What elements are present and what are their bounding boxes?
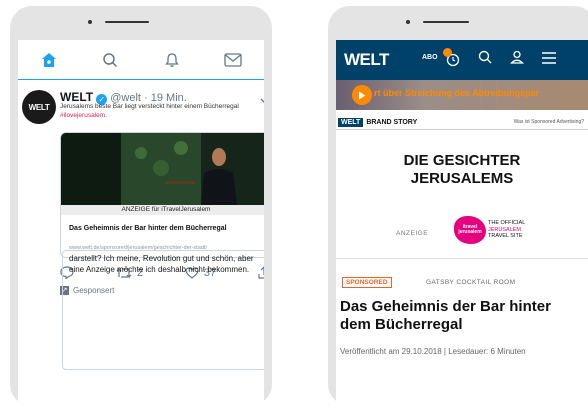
sponsored-info-link[interactable]: Was ist Sponsored Advertising?	[514, 119, 584, 125]
user-account-icon[interactable]	[509, 50, 525, 69]
chevron-down-icon[interactable]	[260, 92, 264, 110]
itravel-jerusalem-logo[interactable]: itravel jerusalem	[454, 216, 486, 244]
video-banner[interactable]: rt über Streichung des Abtreibungspar	[336, 80, 588, 110]
bar-photo	[61, 133, 264, 205]
brand-story-label: BRAND STORY	[366, 119, 418, 126]
search-icon[interactable]	[478, 50, 492, 69]
phone-top	[10, 6, 272, 40]
official-line-3: TRAVEL SITE	[488, 233, 523, 239]
notification-dot-icon	[443, 47, 452, 57]
twitter-nav	[18, 40, 264, 80]
camera	[88, 20, 92, 24]
tweet-text: Jerusalems beste Bar liegt versteckt hin…	[60, 102, 260, 120]
official-line-1: THE OFFICIAL	[488, 220, 526, 226]
phone-top-right	[328, 6, 588, 40]
phone-right: WELT ABO rt über Streichung des Abtreibu…	[328, 6, 588, 406]
article-title: Das Geheimnis der Bar hinter dem Bücherr…	[340, 298, 551, 333]
headline-line-1: DIE GESICHTER	[403, 152, 521, 169]
page-title: DIE GESICHTER JERUSALEMS	[336, 152, 588, 188]
tweet-hashtag[interactable]: #ilovejerusalem.	[60, 112, 107, 119]
abo-button[interactable]: ABO	[422, 54, 438, 61]
article-category[interactable]: GATSBY COCKTAIL ROOM	[426, 279, 515, 286]
avatar[interactable]: WELT	[22, 90, 56, 124]
notifications-bell-icon[interactable]	[162, 50, 182, 70]
card-caption: ANZEIGE für iTravelJerusalem	[61, 205, 264, 215]
anzeige-label: ANZEIGE	[396, 230, 429, 237]
link-card[interactable]: ANZEIGE für iTravelJerusalem Das Geheimn…	[60, 132, 264, 258]
divider	[336, 258, 588, 259]
clock-notification-icon[interactable]	[443, 47, 460, 67]
official-site-text: THE OFFICIAL JERUSALEM TRAVEL SITE	[488, 220, 525, 240]
brand-story-bar: WELT BRAND STORY Was ist Sponsored Adver…	[336, 116, 588, 130]
brand-story-logo: WELT	[338, 118, 364, 127]
sponsored-badge: SPONSORED	[342, 277, 392, 288]
headline-line-2: JERUSALEMS	[410, 170, 514, 187]
card-title[interactable]: Das Geheimnis der Bar hinter dem Bücherr…	[69, 225, 227, 232]
messages-envelope-icon[interactable]	[223, 50, 243, 70]
itravel-jerusalem-logo-text: itravel jerusalem	[458, 224, 482, 235]
article-meta: Veröffentlicht am 29.10.2018 | Lesedauer…	[340, 347, 526, 356]
avatar-logo-text: WELT	[28, 102, 50, 112]
twitter-screen: WELT WELT ✓ @welt · 19 Min. Jerusalems b…	[18, 40, 264, 406]
phone-left: WELT WELT ✓ @welt · 19 Min. Jerusalems b…	[10, 6, 272, 406]
menu-hamburger-icon[interactable]	[542, 51, 556, 69]
welt-logo[interactable]: WELT	[344, 50, 389, 70]
banner-headline[interactable]: rt über Streichung des Abtreibungspar	[374, 88, 539, 98]
tweet-body: Jerusalems beste Bar liegt versteckt hin…	[60, 103, 239, 110]
search-icon[interactable]	[100, 50, 120, 70]
reply-text: darstellt? Ich meine, Revolution gut und…	[69, 254, 254, 274]
reply-text-box: darstellt? Ich meine, Revolution gut und…	[62, 250, 264, 370]
speaker	[105, 21, 149, 23]
speaker	[423, 21, 469, 23]
camera	[406, 20, 410, 24]
card-image	[61, 133, 264, 205]
welt-screen: WELT ABO rt über Streichung des Abtreibu…	[336, 40, 588, 406]
header-icons	[443, 47, 556, 69]
welt-header: WELT ABO	[336, 40, 588, 80]
play-icon[interactable]	[352, 85, 372, 105]
home-icon[interactable]	[39, 50, 59, 70]
